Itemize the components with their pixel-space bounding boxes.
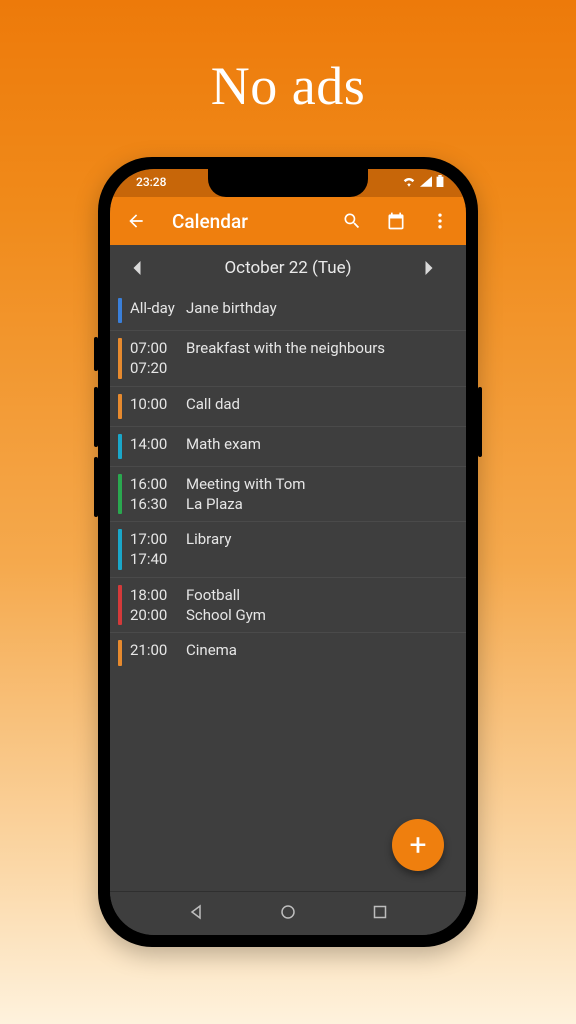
event-time: 17:0017:40 <box>130 529 186 570</box>
battery-icon <box>436 175 444 187</box>
event-time: 14:00 <box>130 434 186 454</box>
event-time: 07:0007:20 <box>130 338 186 379</box>
calendar-view-button[interactable] <box>384 209 408 233</box>
search-icon <box>342 211 362 231</box>
event-color-bar <box>118 585 122 626</box>
event-row[interactable]: 16:0016:30Meeting with TomLa Plaza <box>110 467 466 523</box>
nav-back-button[interactable] <box>186 902 206 922</box>
event-row[interactable]: All-dayJane birthday <box>110 291 466 331</box>
event-title: Jane birthday <box>186 298 456 318</box>
arrow-left-icon <box>126 211 146 231</box>
more-vert-icon <box>430 211 450 231</box>
side-button <box>94 387 98 447</box>
square-recent-icon <box>372 904 388 920</box>
nav-home-button[interactable] <box>278 902 298 922</box>
event-time: All-day <box>130 298 186 318</box>
prev-day-button[interactable] <box>132 261 152 275</box>
event-time: 16:0016:30 <box>130 474 186 515</box>
event-row[interactable]: 21:00Cinema <box>110 633 466 673</box>
event-title: Meeting with TomLa Plaza <box>186 474 456 515</box>
event-color-bar <box>118 529 122 570</box>
event-row[interactable]: 10:00Call dad <box>110 387 466 427</box>
event-time: 21:00 <box>130 640 186 660</box>
event-time: 10:00 <box>130 394 186 414</box>
side-button <box>478 387 482 457</box>
chevron-left-icon <box>132 261 142 275</box>
notch <box>208 169 368 197</box>
status-icons <box>402 175 444 187</box>
event-title: Math exam <box>186 434 456 454</box>
event-title: FootballSchool Gym <box>186 585 456 626</box>
nav-recent-button[interactable] <box>370 902 390 922</box>
current-date-label[interactable]: October 22 (Tue) <box>224 258 351 278</box>
events-list[interactable]: All-dayJane birthday07:0007:20Breakfast … <box>110 291 466 891</box>
event-row[interactable]: 14:00Math exam <box>110 427 466 467</box>
date-navigator: October 22 (Tue) <box>110 245 466 291</box>
event-title: Library <box>186 529 456 549</box>
back-button[interactable] <box>124 209 148 233</box>
chevron-right-icon <box>424 261 434 275</box>
circle-home-icon <box>280 904 296 920</box>
app-bar: Calendar <box>110 197 466 245</box>
search-button[interactable] <box>340 209 364 233</box>
add-event-fab[interactable]: + <box>392 819 444 871</box>
next-day-button[interactable] <box>424 261 444 275</box>
phone-frame: 23:28 Calendar <box>98 157 478 947</box>
system-nav-bar <box>110 891 466 935</box>
wifi-icon <box>402 176 416 187</box>
event-color-bar <box>118 338 122 379</box>
signal-icon <box>420 176 432 187</box>
triangle-back-icon <box>188 904 204 920</box>
calendar-icon <box>386 211 406 231</box>
event-color-bar <box>118 434 122 459</box>
plus-icon: + <box>409 828 426 863</box>
event-color-bar <box>118 298 122 323</box>
side-button <box>94 457 98 517</box>
event-title: Breakfast with the neighbours <box>186 338 456 358</box>
event-title: Cinema <box>186 640 456 660</box>
screen: 23:28 Calendar <box>110 169 466 935</box>
event-time: 18:0020:00 <box>130 585 186 626</box>
event-color-bar <box>118 394 122 419</box>
side-button <box>94 337 98 371</box>
overflow-menu-button[interactable] <box>428 209 452 233</box>
event-row[interactable]: 18:0020:00FootballSchool Gym <box>110 578 466 634</box>
promo-headline: No ads <box>211 55 365 117</box>
event-row[interactable]: 17:0017:40Library <box>110 522 466 578</box>
event-color-bar <box>118 474 122 515</box>
status-time: 23:28 <box>136 175 166 189</box>
event-color-bar <box>118 640 122 666</box>
app-title: Calendar <box>172 210 322 233</box>
event-title: Call dad <box>186 394 456 414</box>
event-row[interactable]: 07:0007:20Breakfast with the neighbours <box>110 331 466 387</box>
